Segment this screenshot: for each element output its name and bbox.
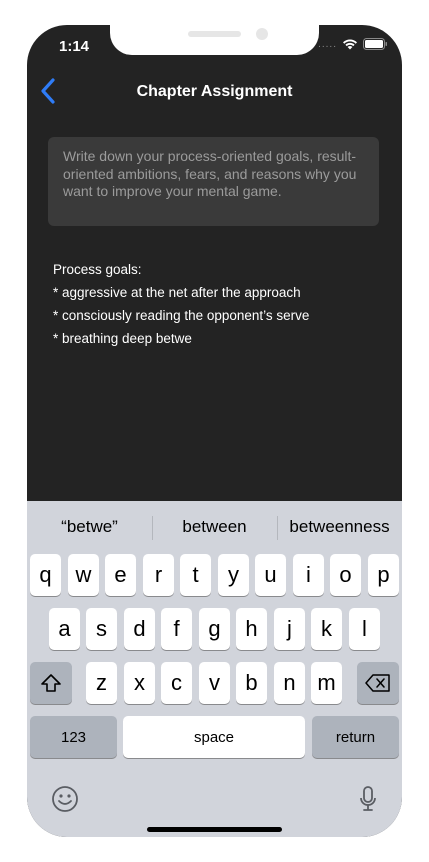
shift-icon — [41, 674, 61, 692]
key-u[interactable]: u — [255, 554, 286, 596]
key-j[interactable]: j — [274, 608, 305, 650]
key-g[interactable]: g — [199, 608, 230, 650]
signal-icon: ..... — [318, 38, 337, 50]
delete-key[interactable] — [357, 662, 399, 704]
home-indicator — [147, 827, 282, 832]
microphone-icon — [360, 786, 376, 811]
camera — [256, 28, 268, 40]
status-icons: ..... — [318, 38, 388, 50]
key-r[interactable]: r — [143, 554, 174, 596]
key-n[interactable]: n — [274, 662, 305, 704]
navigation-bar: Chapter Assignment — [27, 69, 402, 115]
return-key[interactable]: return — [312, 716, 399, 758]
dictation-button[interactable] — [359, 785, 377, 818]
suggestion-bar: “betwe” between betweenness — [27, 501, 402, 547]
key-d[interactable]: d — [124, 608, 155, 650]
phone-screen: 1:14 ..... Chapter Assignment Write down — [27, 25, 402, 837]
key-l[interactable]: l — [349, 608, 380, 650]
key-t[interactable]: t — [180, 554, 211, 596]
key-v[interactable]: v — [199, 662, 230, 704]
key-w[interactable]: w — [68, 554, 99, 596]
wifi-icon — [342, 38, 358, 50]
answer-text-area[interactable]: Process goals: * aggressive at the net a… — [53, 258, 383, 350]
notch — [110, 25, 319, 55]
key-y[interactable]: y — [218, 554, 249, 596]
suggestion-betweenness[interactable]: betweenness — [277, 501, 402, 547]
key-m[interactable]: m — [311, 662, 342, 704]
assignment-prompt: Write down your process-oriented goals, … — [48, 137, 379, 226]
key-p[interactable]: p — [368, 554, 399, 596]
key-b[interactable]: b — [236, 662, 267, 704]
key-f[interactable]: f — [161, 608, 192, 650]
space-key[interactable]: space — [123, 716, 305, 758]
key-a[interactable]: a — [49, 608, 80, 650]
key-s[interactable]: s — [86, 608, 117, 650]
suggestion-between[interactable]: between — [152, 501, 277, 547]
numbers-key[interactable]: 123 — [30, 716, 117, 758]
battery-icon — [363, 38, 388, 50]
emoji-button[interactable] — [51, 785, 79, 818]
speaker — [188, 31, 241, 37]
key-o[interactable]: o — [330, 554, 361, 596]
key-q[interactable]: q — [30, 554, 61, 596]
key-z[interactable]: z — [86, 662, 117, 704]
suggestion-literal[interactable]: “betwe” — [27, 501, 152, 547]
shift-key[interactable] — [30, 662, 72, 704]
emoji-icon — [52, 786, 78, 812]
key-k[interactable]: k — [311, 608, 342, 650]
keyboard: “betwe” between betweenness q w e r t y … — [27, 501, 402, 837]
key-x[interactable]: x — [124, 662, 155, 704]
status-time: 1:14 — [59, 38, 90, 55]
key-e[interactable]: e — [105, 554, 136, 596]
key-i[interactable]: i — [293, 554, 324, 596]
key-c[interactable]: c — [161, 662, 192, 704]
backspace-icon — [365, 674, 390, 692]
key-h[interactable]: h — [236, 608, 267, 650]
page-title: Chapter Assignment — [136, 83, 293, 100]
